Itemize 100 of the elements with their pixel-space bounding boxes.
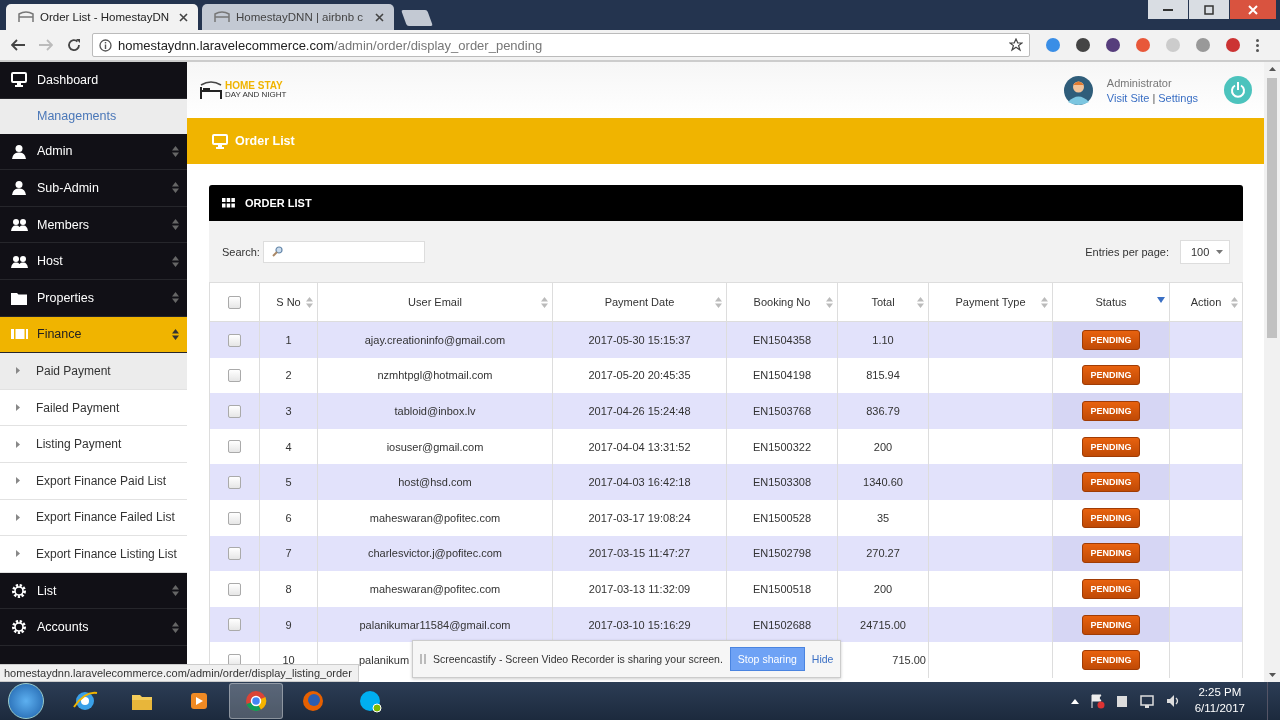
back-icon[interactable] [8, 39, 28, 51]
monitor-icon [212, 133, 228, 149]
sort-icon [1231, 297, 1238, 308]
table-cell: 2017-03-13 11:32:09 [588, 582, 691, 595]
network-icon[interactable] [1138, 693, 1155, 709]
close-icon[interactable] [179, 12, 188, 22]
sort-icon [172, 219, 179, 231]
sort-icon [715, 297, 722, 308]
entries-label: Entries per page: [1085, 245, 1169, 258]
table-cell: 3 [285, 405, 292, 417]
search-field[interactable] [262, 240, 425, 263]
row-checkbox[interactable] [228, 475, 241, 489]
row-checkbox[interactable] [228, 333, 241, 347]
extension-icon[interactable] [1226, 38, 1240, 52]
new-tab-button[interactable] [401, 10, 433, 26]
submenu-item[interactable]: Export Finance Paid List [0, 462, 187, 500]
row-checkbox[interactable] [228, 404, 241, 418]
monitor-icon [11, 72, 27, 88]
page-title: Order List [235, 134, 295, 148]
row-checkbox[interactable] [228, 511, 241, 525]
row-checkbox[interactable] [228, 582, 241, 596]
entries-select[interactable]: 100 [1180, 239, 1230, 264]
sidebar-item[interactable]: Host [0, 243, 187, 280]
start-button[interactable] [8, 683, 44, 719]
status-badge: PENDING [1082, 650, 1140, 671]
close-icon [1248, 4, 1258, 15]
bed-icon [214, 11, 230, 23]
extension-icon[interactable] [1106, 38, 1120, 52]
table-cell: 1340.60 [863, 476, 903, 489]
submenu-item[interactable]: Listing Payment [0, 426, 187, 463]
extension-icon[interactable] [1076, 38, 1090, 52]
status-badge: PENDING [1082, 614, 1140, 635]
table-cell: 2017-04-26 15:24:48 [588, 405, 691, 417]
sidebar-heading: Managements [0, 98, 187, 134]
tray-arrow-icon[interactable] [1070, 698, 1079, 704]
user-icon [11, 143, 27, 159]
close-window-button[interactable] [1230, 0, 1276, 19]
column-header[interactable]: Action [1169, 282, 1243, 322]
column-header[interactable]: User Email [317, 282, 553, 322]
sharing-message: Screencastify - Screen Video Recorder is sharing your screen. [433, 653, 723, 665]
caret-icon [16, 367, 20, 375]
speaker-icon[interactable] [1164, 693, 1181, 709]
row-checkbox[interactable] [228, 618, 241, 632]
menu-icon[interactable] [1256, 38, 1259, 52]
row-checkbox[interactable] [228, 295, 241, 309]
sidebar-item[interactable]: Finance [0, 316, 187, 354]
address-field[interactable]: homestaydnn.laravelecommerce.com/admin/order/display_order_pending [92, 33, 1030, 57]
sort-icon [917, 297, 924, 308]
browser-tab[interactable]: HomestayDNN | airbnb c [202, 4, 394, 30]
star-icon[interactable] [1009, 38, 1023, 52]
sidebar-item[interactable]: Members [0, 206, 187, 244]
logo[interactable]: HOME STAY DAY AND NIGHT [199, 79, 1064, 101]
minimize-button[interactable] [1148, 0, 1188, 19]
minimize-icon [1163, 8, 1173, 11]
submenu-item[interactable]: Export Finance Listing List [0, 536, 187, 573]
browser-tab[interactable]: Order List - HomestayDN [6, 4, 198, 30]
column-header[interactable]: Payment Type [928, 282, 1053, 322]
scrollbar-thumb[interactable] [1267, 78, 1277, 338]
caret-icon [16, 477, 20, 485]
power-plug-icon[interactable] [1114, 693, 1129, 709]
submenu-item[interactable]: Failed Payment [0, 389, 187, 427]
column-header[interactable]: S No [259, 282, 318, 322]
table-cell: EN1502798 [752, 547, 812, 560]
close-icon[interactable] [375, 12, 384, 22]
sort-icon [172, 145, 179, 157]
table-cell: 6 [285, 511, 292, 524]
chrome-icon[interactable] [229, 683, 283, 719]
table-cell: charlesvictor.j@pofitec.com [367, 547, 502, 560]
table-cell: 9 [285, 618, 292, 631]
avatar-icon [1063, 75, 1093, 105]
column-header[interactable]: Status [1052, 282, 1170, 322]
clock[interactable]: 2:25 PM 6/11/2017 [1194, 685, 1245, 717]
grid-icon [222, 198, 235, 208]
maximize-button[interactable] [1189, 0, 1229, 19]
row-checkbox[interactable] [228, 440, 241, 454]
flag-icon[interactable] [1088, 693, 1105, 709]
header-link[interactable]: Visit Site [1106, 91, 1150, 104]
table-cell: 35 [876, 511, 890, 524]
table-cell: 2017-03-15 11:47:27 [588, 547, 691, 560]
column-header[interactable]: Payment Date [552, 282, 727, 322]
status-badge: PENDING [1082, 401, 1140, 421]
sidebar-item[interactable]: Properties [0, 279, 187, 317]
caret-icon [16, 550, 20, 558]
row-checkbox[interactable] [228, 547, 241, 561]
submenu-item[interactable]: Export Finance Failed List [0, 499, 187, 537]
table-cell: 715.00 [892, 654, 926, 667]
table-cell: 2017-03-10 15:16:29 [588, 618, 691, 631]
table-cell: 200 [873, 582, 893, 595]
sort-icon [172, 182, 179, 194]
row-checkbox[interactable] [228, 369, 241, 383]
sort-icon [172, 255, 179, 267]
table-cell: 200 [873, 440, 893, 453]
sidebar-item[interactable]: Sub-Admin [0, 170, 187, 207]
hide-link[interactable]: Hide [811, 653, 834, 665]
submenu-item[interactable]: Paid Payment [0, 353, 187, 390]
header-link[interactable]: Settings [1158, 91, 1198, 104]
sort-icon [172, 585, 179, 596]
column-header[interactable]: Total [837, 282, 929, 322]
folder-icon [11, 290, 28, 305]
column-header[interactable]: Booking No [726, 282, 838, 322]
